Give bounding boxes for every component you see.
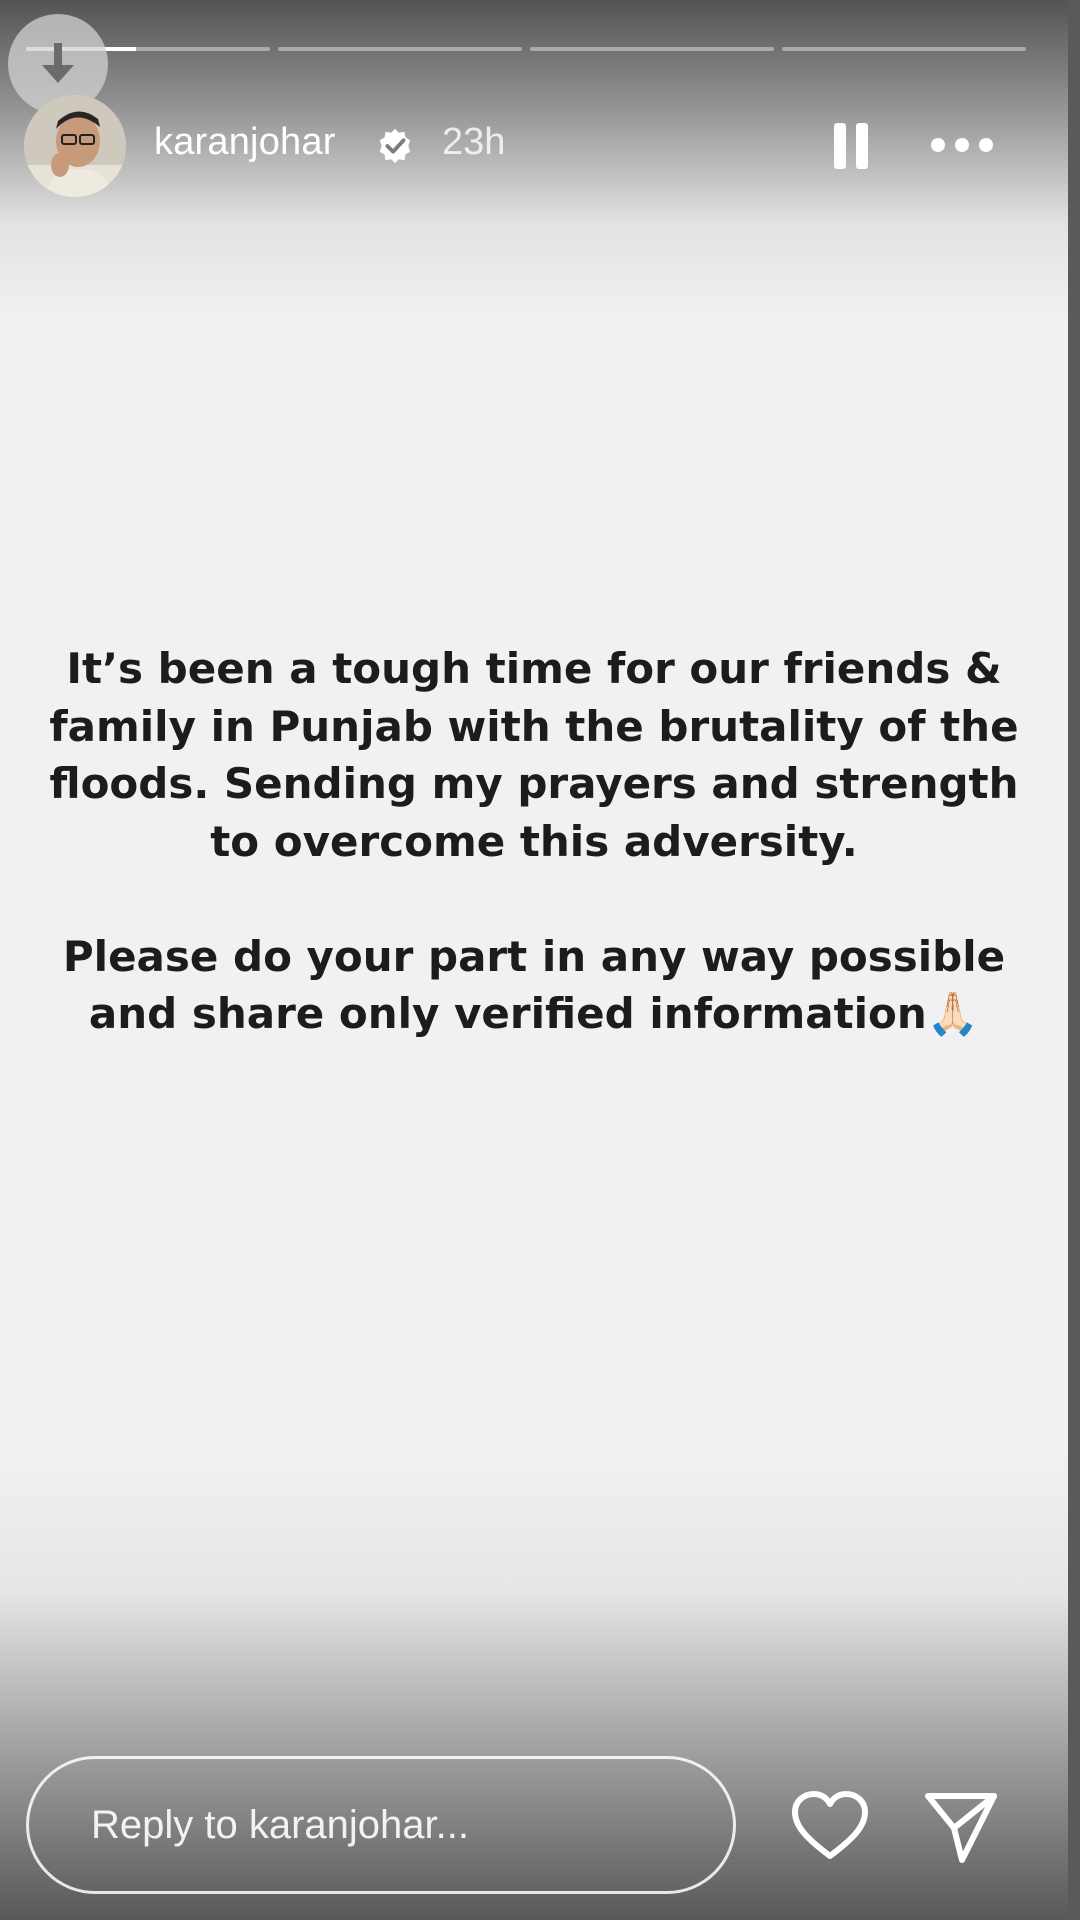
progress-segment bbox=[530, 47, 774, 51]
progress-segment bbox=[782, 47, 1026, 51]
story-viewer: karanjohar 23h It’s been a tough time fo… bbox=[0, 0, 1080, 1920]
heart-icon[interactable] bbox=[790, 1790, 870, 1862]
pause-button[interactable] bbox=[824, 117, 884, 177]
reply-input[interactable] bbox=[26, 1756, 736, 1894]
story-timestamp: 23h bbox=[442, 121, 506, 163]
more-options-button[interactable] bbox=[924, 117, 1004, 177]
story-header: karanjohar 23h bbox=[24, 95, 1024, 197]
story-text-paragraph-1: It’s been a tough time for our friends &… bbox=[49, 644, 1019, 866]
send-icon[interactable] bbox=[922, 1788, 1000, 1866]
avatar[interactable] bbox=[24, 95, 126, 197]
verified-badge-icon bbox=[379, 128, 411, 164]
story-text-paragraph-2: Please do your part in any way possible … bbox=[62, 931, 1006, 1039]
avatar-image bbox=[24, 95, 126, 197]
story-progress-bar bbox=[26, 47, 1026, 51]
progress-segment bbox=[278, 47, 522, 51]
download-icon bbox=[42, 43, 74, 83]
username[interactable]: karanjohar bbox=[154, 121, 336, 164]
window-edge bbox=[1068, 0, 1080, 1920]
story-text: It’s been a tough time for our friends &… bbox=[40, 640, 1028, 1043]
